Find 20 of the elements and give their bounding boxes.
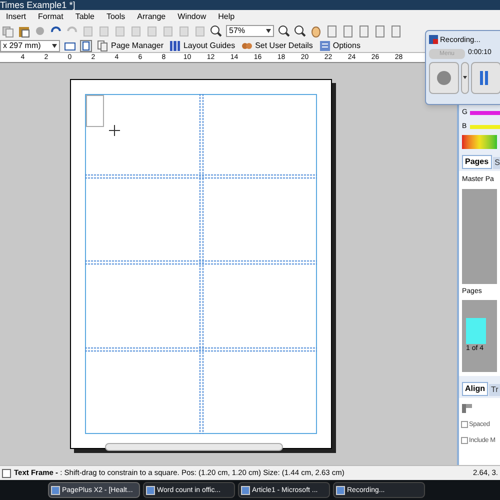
menu-item[interactable]: Tools <box>100 10 132 22</box>
toolbar-button[interactable]: Options <box>318 40 362 52</box>
panel-tab[interactable]: Pages <box>462 155 492 169</box>
menu-item[interactable]: Arrange <box>131 10 172 22</box>
zoom-field[interactable]: 57% <box>226 25 274 37</box>
menu-item[interactable]: Insert <box>0 10 32 22</box>
menu-item[interactable]: Format <box>32 10 70 22</box>
toolbar-button[interactable]: Page Manager <box>96 40 164 52</box>
page-size-value: x 297 mm) <box>3 42 41 50</box>
panel-tab[interactable]: Align <box>462 382 488 396</box>
menu-item[interactable]: Window <box>172 10 212 22</box>
window-title: Times Example1 *] <box>0 0 76 10</box>
page-size-dropdown[interactable]: x 297 mm) <box>0 40 60 52</box>
menu-item[interactable]: Help <box>212 10 241 22</box>
zoom-value: 57% <box>229 27 246 35</box>
toolbar-button[interactable]: Layout Guides <box>168 40 236 52</box>
panel-tab[interactable]: Tr <box>489 384 500 396</box>
toolbar-button[interactable]: Set User Details <box>240 40 314 52</box>
menu-item[interactable]: Table <box>69 10 100 22</box>
panel-tab[interactable]: S <box>492 157 500 169</box>
